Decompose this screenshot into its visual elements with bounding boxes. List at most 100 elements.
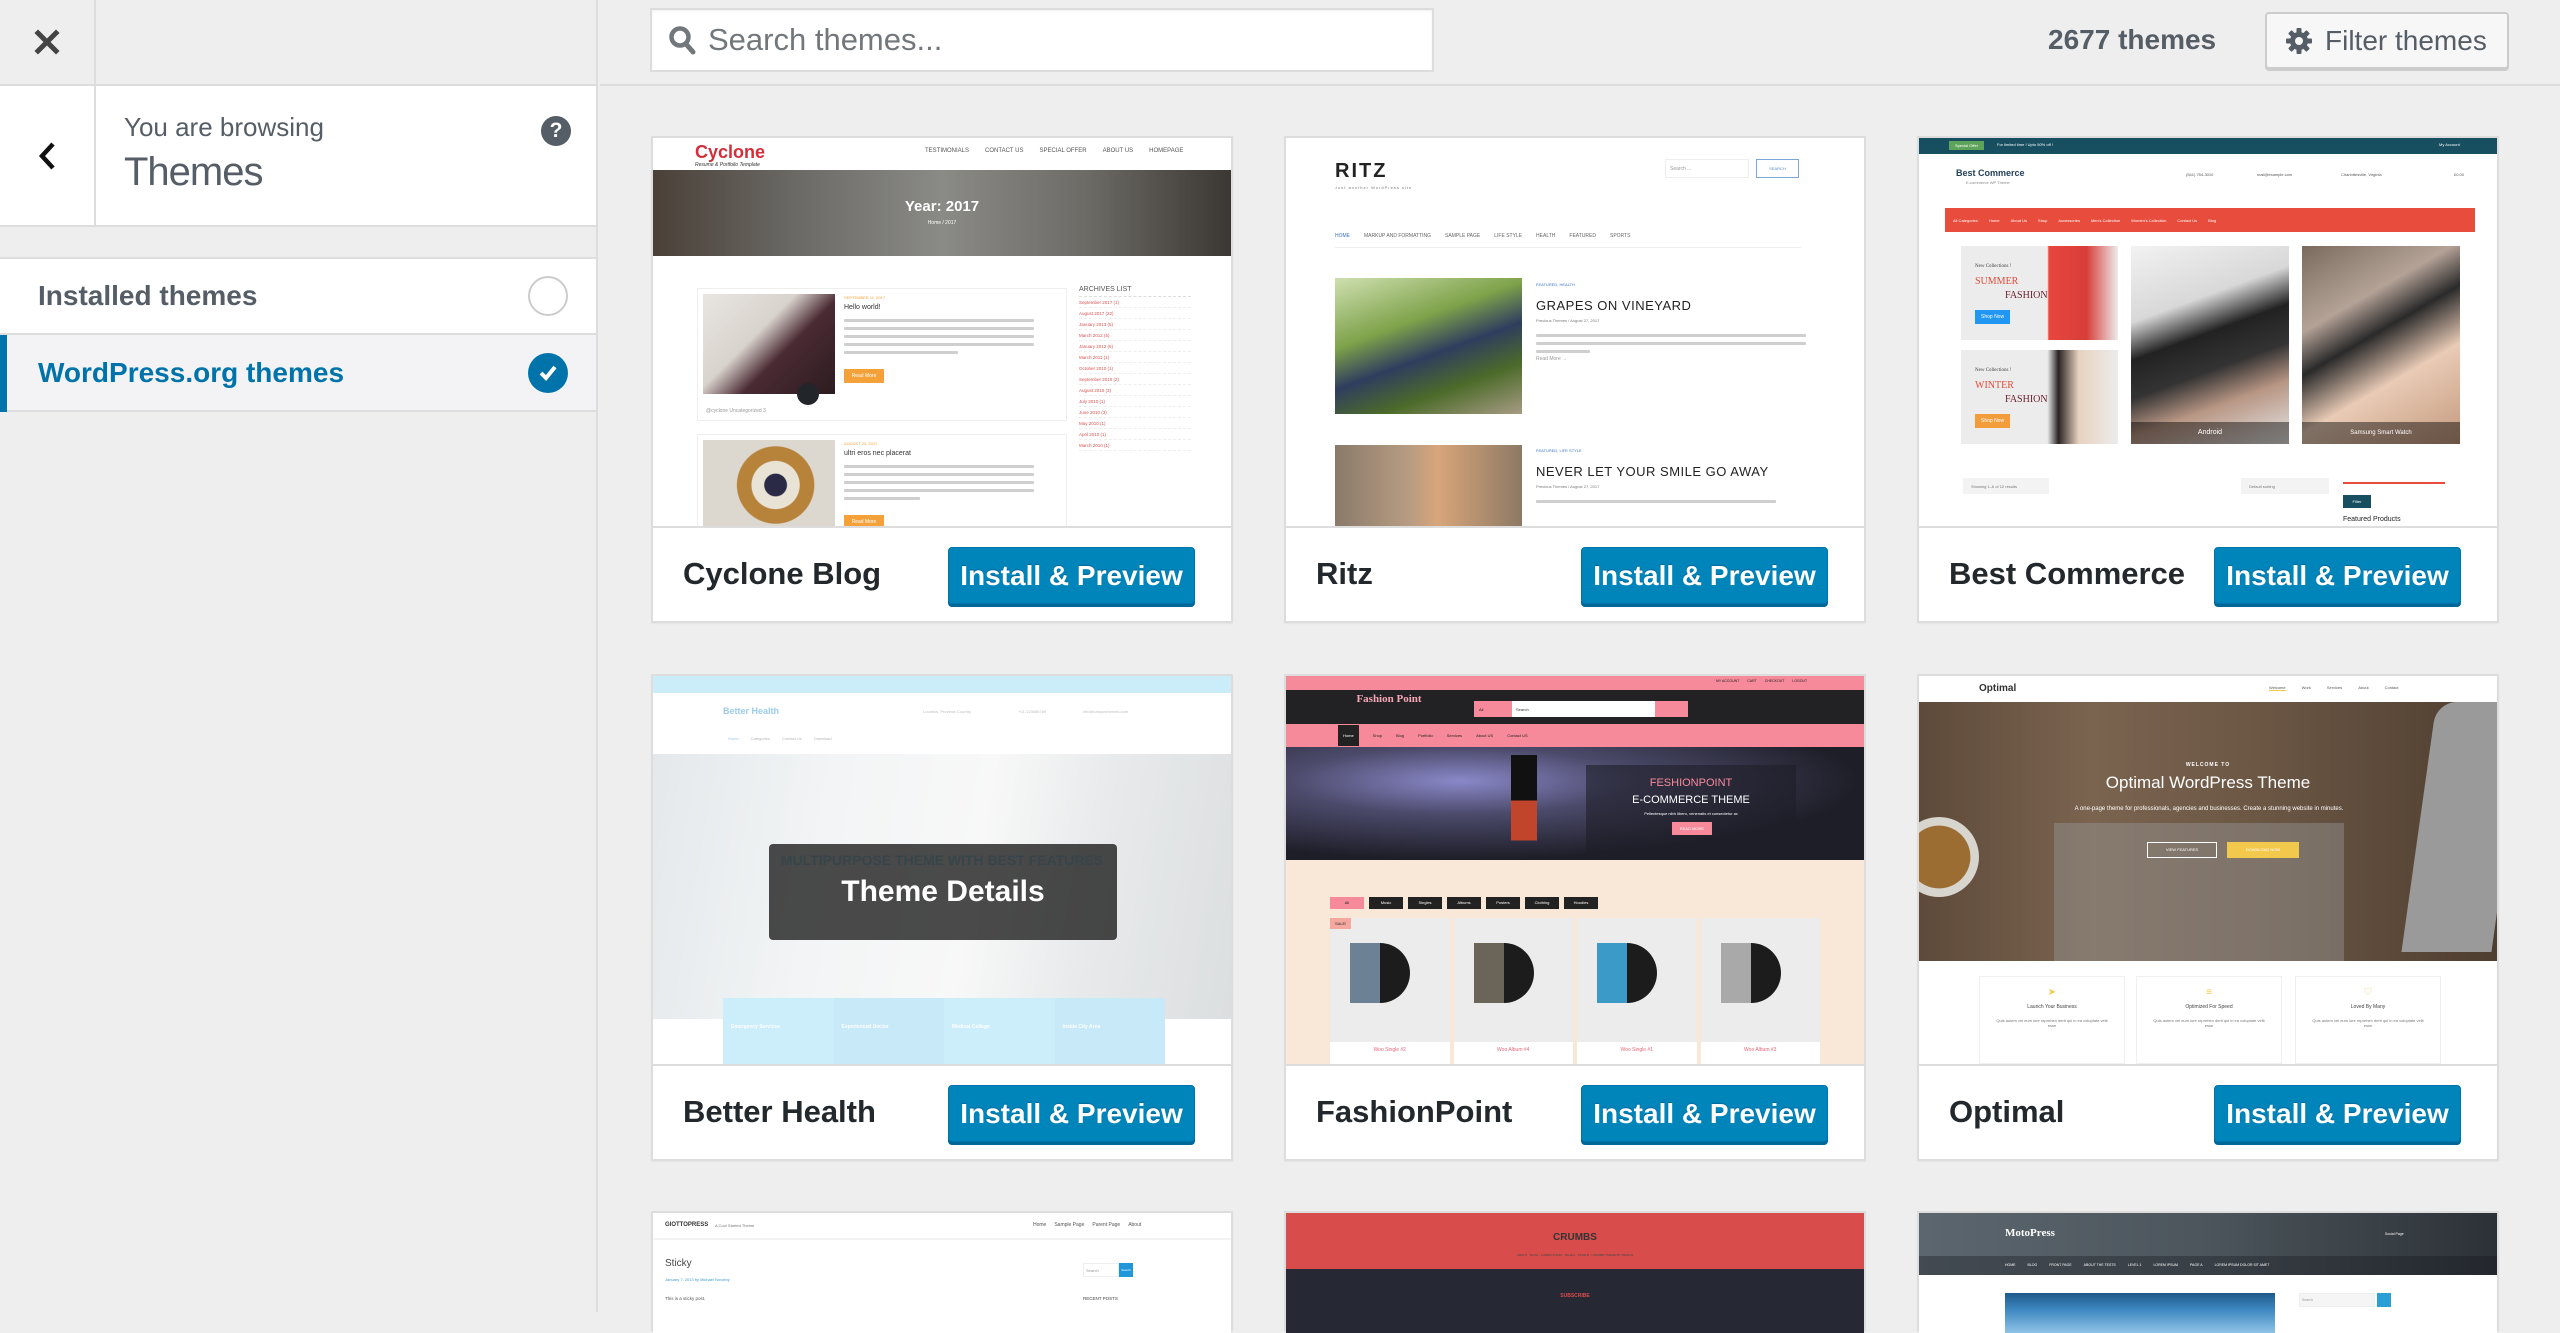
preview-nav-item: About xyxy=(1128,1222,1142,1228)
preview-product-name: Woo Single #1 xyxy=(1577,1042,1697,1064)
install-preview-button[interactable]: Install & Preview xyxy=(948,1085,1195,1142)
preview-read-more: Read More xyxy=(844,515,884,526)
theme-card[interactable]: Optimal Welcome Work Services About Contact … xyxy=(1917,674,2499,1161)
search-input[interactable] xyxy=(708,10,1418,70)
preview-search-category: All xyxy=(1474,701,1512,717)
theme-card[interactable]: GIOTTOPRESS A Cool Started Theme Home Sam… xyxy=(651,1211,1233,1333)
preview-nav-item: ABOUT THE TESTS xyxy=(2083,1263,2116,1267)
checkmark-icon xyxy=(539,365,557,381)
preview-filter: Albums xyxy=(1447,897,1481,909)
preview-nav-item: PAGE A xyxy=(2189,1263,2203,1267)
preview-nav-item: Blog xyxy=(2208,217,2217,223)
preview-logo: Cyclone xyxy=(695,142,766,162)
theme-screenshot: GIOTTOPRESS A Cool Started Theme Home Sam… xyxy=(653,1213,1231,1333)
preview-tagline: A Cool Started Theme xyxy=(715,1223,755,1228)
preview-archive-item: August 2010 (3) xyxy=(1079,385,1191,396)
preview-results: Showing 1–6 of 12 results xyxy=(1963,478,2049,494)
radio-unchecked-icon[interactable] xyxy=(528,276,568,316)
preview-filter: All xyxy=(1330,897,1364,909)
install-preview-button[interactable]: Install & Preview xyxy=(1581,1085,1828,1142)
preview-nav-item: All Categories xyxy=(1953,217,1978,223)
preview-archive-item: June 2010 (3) xyxy=(1079,407,1191,418)
preview-search: Search ... xyxy=(1665,159,1749,178)
preview-top-links: MY ACCOUNT CART CHECKOUT LOGOUT xyxy=(1716,679,1807,683)
filter-themes-button[interactable]: Filter themes xyxy=(2265,12,2509,69)
theme-name: Best Commerce xyxy=(1949,556,2186,591)
preview-feature: ♡ Loved By Many Quis autem vel eum iure re… xyxy=(2295,976,2441,1064)
preview-hero-button: DOWNLOAD NOW xyxy=(2227,842,2299,858)
preview-post-meta: Precious Themes / August 27, 2017 xyxy=(1536,318,1600,323)
preview-top-link: MY ACCOUNT xyxy=(1716,679,1740,683)
preview-archive-item: August 2017 (22) xyxy=(1079,308,1191,319)
install-preview-button[interactable]: Install & Preview xyxy=(2214,547,2461,604)
theme-card[interactable]: CRUMBS ABOUT · BLOG · LOREM IPSUM · PAGE… xyxy=(1284,1211,1866,1333)
preview-logo: Fashion Point xyxy=(1356,693,1422,705)
theme-screenshot: Optimal Welcome Work Services About Contact … xyxy=(1919,676,2497,1064)
preview-post-date: AUGUST 23, 2017 xyxy=(844,441,878,446)
filter-label: Filter themes xyxy=(2325,24,2487,56)
help-question-icon[interactable]: ? xyxy=(541,116,571,146)
preview-filter: Hoodies xyxy=(1564,897,1598,909)
install-preview-button[interactable]: Install & Preview xyxy=(948,547,1195,604)
install-preview-button[interactable]: Install & Preview xyxy=(2214,1085,2461,1142)
search-icon xyxy=(669,26,696,55)
preview-archive-item: March 2012 (5) xyxy=(1079,330,1191,341)
preview-product-name: Woo Single #2 xyxy=(1330,1042,1450,1064)
preview-sale-badge: SALE! xyxy=(1330,918,1352,929)
preview-search: Search xyxy=(1512,701,1655,717)
preview-nav-item: Sample Page xyxy=(1054,1222,1085,1228)
filter-installed-themes[interactable]: Installed themes xyxy=(0,257,596,333)
search-field[interactable] xyxy=(650,8,1434,72)
preview-logo: Best Commerce xyxy=(1956,168,2025,178)
install-preview-button[interactable]: Install & Preview xyxy=(1581,547,1828,604)
preview-nav: HOME MARKUP AND FORMATTING SAMPLE PAGE LIFE… xyxy=(1335,233,1801,248)
preview-filter: Posters xyxy=(1486,897,1520,909)
preview-product-label: Android xyxy=(2131,422,2289,444)
theme-card[interactable]: Better Health Location, Province Country… xyxy=(651,674,1233,1161)
preview-read-more: Read More → xyxy=(1536,356,1568,362)
preview-archive-item: March 2011 (1) xyxy=(1079,352,1191,363)
preview-post-meta: January 7, 2013 by Michael Novotny xyxy=(665,1277,730,1282)
preview-nav: Home Shop Blog Portfolio Services About US Con… xyxy=(1286,724,1864,747)
preview-hero: Year: 2017 Home / 2017 xyxy=(653,170,1231,256)
preview-nav-item: BLOG xyxy=(2027,1263,2038,1267)
preview-topbar-text: For limited time ! Upto 50% off ! xyxy=(1997,142,2053,147)
theme-card[interactable]: Cyclone Resume & Portfolio Template TEST… xyxy=(651,136,1233,623)
preview-nav-item: ABOUT US xyxy=(1102,148,1134,154)
preview-nav-item: HOMEPAGE xyxy=(1149,148,1184,154)
theme-details-button[interactable]: Theme Details xyxy=(769,844,1117,940)
preview-nav-item: Contact US xyxy=(1507,733,1528,738)
preview-hero-title: E-COMMERCE THEME xyxy=(1632,794,1750,806)
preview-hero-text: Pellentesque nibh libero, venenatis et c… xyxy=(1644,811,1738,816)
preview-banner-cta: Shop Now xyxy=(1975,310,2011,324)
preview-search-button: Search xyxy=(1119,1263,1133,1277)
theme-screenshot: RITZ Just another WordPress site Search … xyxy=(1286,138,1864,526)
theme-card[interactable]: RITZ Just another WordPress site Search … xyxy=(1284,136,1866,623)
preview-nav-item: LIFE STYLE xyxy=(1494,233,1523,239)
preview-nav-item: About US xyxy=(1476,733,1494,738)
close-button[interactable] xyxy=(0,0,96,84)
preview-nav-item: Welcome xyxy=(2269,685,2286,691)
preview-post-text: This is a sticky post. xyxy=(665,1296,706,1301)
preview-feature-title: Loved By Many xyxy=(2350,1004,2386,1010)
preview-phone: (541) 754-3010 xyxy=(2186,172,2214,177)
preview-feature-title: Optimized For Speed xyxy=(2185,1004,2233,1010)
preview-archive-list: September 2017 (1) August 2017 (22) Januar… xyxy=(1079,297,1191,451)
theme-card[interactable]: Special Offer For limited time ! Upto 50… xyxy=(1917,136,2499,623)
preview-tagline: Just another WordPress site xyxy=(1335,185,1413,190)
back-button[interactable] xyxy=(0,86,96,225)
preview-hero-title: Year: 2017 xyxy=(904,198,980,215)
radio-checked-icon[interactable] xyxy=(528,352,568,393)
theme-card-footer: Cyclone Blog Install & Preview xyxy=(653,526,1231,621)
preview-archives-title: ARCHIVES LIST xyxy=(1079,286,1191,297)
preview-nav-item: Contact xyxy=(2384,685,2399,690)
preview-archive-item: January 2012 (6) xyxy=(1079,341,1191,352)
preview-archives: ARCHIVES LIST September 2017 (1) August 2… xyxy=(1079,286,1191,451)
preview-nav-item: LOREM IPSUM DOLOR SIT AMET xyxy=(2214,1263,2270,1267)
theme-card[interactable]: MY ACCOUNT CART CHECKOUT LOGOUT Fashion Poi… xyxy=(1284,674,1866,1161)
preview-nav-item: Parent Page xyxy=(1092,1222,1121,1228)
preview-nav-item: Work xyxy=(2301,685,2311,690)
theme-card[interactable]: MotoPress Social Page HOME BLOG FRONT PAGE… xyxy=(1917,1211,2499,1333)
preview-nav-item: About Us xyxy=(2010,217,2028,223)
filter-wordpress-org-themes[interactable]: WordPress.org themes xyxy=(0,333,596,412)
